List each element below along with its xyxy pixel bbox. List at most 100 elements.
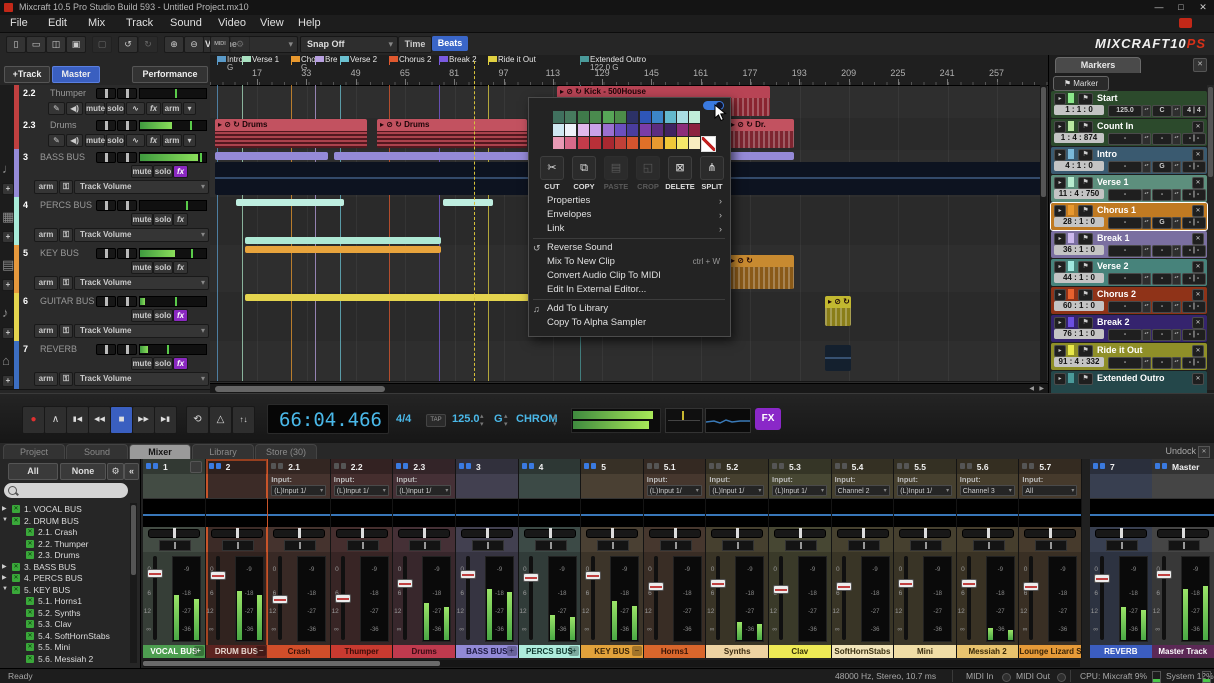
marker-item-break-1[interactable]: ▸⚑Break 1✕36 : 1 : 0-▴▾-▴▾- | - [1051,231,1207,258]
slider-handle[interactable] [126,89,129,98]
menu-help[interactable]: Help [298,17,321,29]
slider-handle[interactable] [105,345,108,354]
color-swatch[interactable] [689,124,700,136]
marker-key[interactable]: G [1152,217,1172,229]
eq-display[interactable] [894,498,956,527]
send-slot[interactable] [222,540,254,551]
channel-name-label[interactable]: SoftHornStabs [832,645,894,658]
clip[interactable] [236,199,344,206]
fx-button[interactable]: fx [146,102,161,115]
fader-track[interactable] [779,556,783,640]
slider-handle[interactable] [105,249,108,258]
color-swatch[interactable] [615,137,626,149]
track-volume-slider[interactable] [96,88,116,99]
color-swatch[interactable] [640,124,651,136]
pan-slider[interactable] [837,529,889,538]
arrange-h-scrollbar[interactable]: ◀▶ [210,383,1048,393]
color-swatch[interactable] [578,124,589,136]
marker-timesig[interactable]: - | - [1182,133,1206,145]
group-collapse-button[interactable]: + [194,646,204,656]
pan-slider[interactable] [273,529,325,538]
speaker-icon[interactable]: ◀) [66,134,83,147]
arm-button[interactable]: arm [34,180,58,194]
mixer-strip-7[interactable]: 70612∞-9-18-27-36REVERB [1090,459,1153,658]
scroll-right-icon[interactable]: ▶ [1039,385,1044,392]
marker-delete-icon[interactable]: ✕ [1192,121,1204,133]
timeline-ruler[interactable]: 1733496581971131291451611771932092252412… [210,55,1048,86]
record-button[interactable]: ● [22,406,45,434]
tree-item-4-percs-bus[interactable]: ▶✕4. PERCS BUS [0,573,128,585]
color-swatch[interactable] [615,124,626,136]
marker-expand-icon[interactable]: ▸ [1054,205,1066,217]
color-swatch[interactable] [652,137,663,149]
marker-key[interactable]: G [1152,161,1172,173]
tempo-spinner[interactable]: ▴▾ [1142,273,1151,285]
key-spinner[interactable]: ▴▾ [1172,105,1181,117]
fader-handle[interactable] [210,571,226,580]
marker-timesig[interactable]: - | - [1182,217,1206,229]
checkbox-icon[interactable]: ✕ [26,551,34,559]
track-volume-slider[interactable] [96,120,116,131]
group-collapse-button[interactable]: + [507,646,517,656]
send-slot[interactable] [472,540,504,551]
open-project-icon[interactable]: ▭ [26,36,46,53]
marker-delete-icon[interactable]: ✕ [1192,345,1204,357]
mixer-h-scrollbar[interactable] [143,660,1080,667]
tree-item-5-3-clav[interactable]: ✕5.3. Clav [0,619,128,631]
mute-button[interactable]: mute [85,134,105,147]
track-volume-slider[interactable] [96,296,116,307]
marker-item-break-2[interactable]: ▸⚑Break 2✕76 : 1 : 0-▴▾-▴▾- | - [1051,315,1207,342]
playhead[interactable] [474,61,475,381]
slider-handle[interactable] [105,153,108,162]
fader-handle[interactable] [898,579,914,588]
pan-slider[interactable] [1095,529,1147,538]
send-slot[interactable] [159,540,191,551]
fx-button[interactable]: fx [173,213,188,226]
notification-badge[interactable] [1179,18,1192,28]
tree-item-2-1-crash[interactable]: ✕2.1. Crash [0,527,128,539]
fader-handle[interactable] [1156,570,1172,579]
marker-key[interactable]: - [1152,245,1172,257]
tap-tempo-button[interactable]: TAP [426,414,446,427]
eq-display[interactable] [957,498,1019,527]
marker-color-chip[interactable] [1068,93,1074,103]
tree-item-2-2-thumper[interactable]: ✕2.2. Thumper [0,539,128,551]
input-dropdown[interactable]: (L)Input 1/▾ [772,485,827,496]
tree-expand-icon[interactable]: ▼ [2,586,8,592]
fader-handle[interactable] [773,585,789,594]
solo-button[interactable]: solo [153,213,173,226]
pan-handle[interactable] [1120,528,1123,538]
markers-tab[interactable]: Markers [1055,57,1141,73]
context-item-copy-to-alpha-sampler[interactable]: Copy To Alpha Sampler [529,316,730,330]
mixer-strip-4[interactable]: 40612∞-9-18-27-36PERCS BUS+ [519,459,582,658]
context-item-properties[interactable]: Properties› [529,194,730,208]
marker-key[interactable]: - [1152,189,1172,201]
checkbox-icon[interactable]: ✕ [26,655,34,663]
send-slot[interactable] [284,540,316,551]
track-volume-slider[interactable] [96,344,116,355]
color-swatch[interactable] [603,124,614,136]
eq-display[interactable] [644,498,706,527]
checkbox-icon[interactable]: ✕ [12,517,20,525]
marker-color-chip[interactable] [1068,289,1074,299]
mixer-h-scrollbar-thumb[interactable] [143,661,440,666]
solo-button[interactable]: solo [106,134,125,147]
lock-icon[interactable]: ⚿ [59,324,73,338]
add-sub-track-button[interactable]: + [2,375,14,387]
channel-name-label[interactable]: Crash [268,645,330,658]
fader-handle[interactable] [836,582,852,591]
tree-item-1-vocal-bus[interactable]: ▶✕1. VOCAL BUS [0,504,128,516]
fx-button[interactable]: fx [146,134,161,147]
track-pan-slider[interactable] [117,248,137,259]
color-swatch[interactable] [677,137,688,149]
pan-slider[interactable] [148,529,200,538]
pan-slider[interactable] [649,529,701,538]
input-dropdown[interactable]: Channel 3▾ [960,485,1015,496]
color-swatch[interactable] [689,111,700,123]
track-row-2.2[interactable]: 2.2Thumper✎◀)mutesolo∿fxarm▾ [0,85,210,118]
fader-track[interactable] [529,556,533,640]
marker-tempo[interactable]: - [1108,161,1142,173]
key-spinner[interactable]: ▴▾ [1172,217,1181,229]
pan-slider[interactable] [461,529,513,538]
context-item-mix-to-new-clip[interactable]: Mix To New Clipctrl + W [529,255,730,269]
